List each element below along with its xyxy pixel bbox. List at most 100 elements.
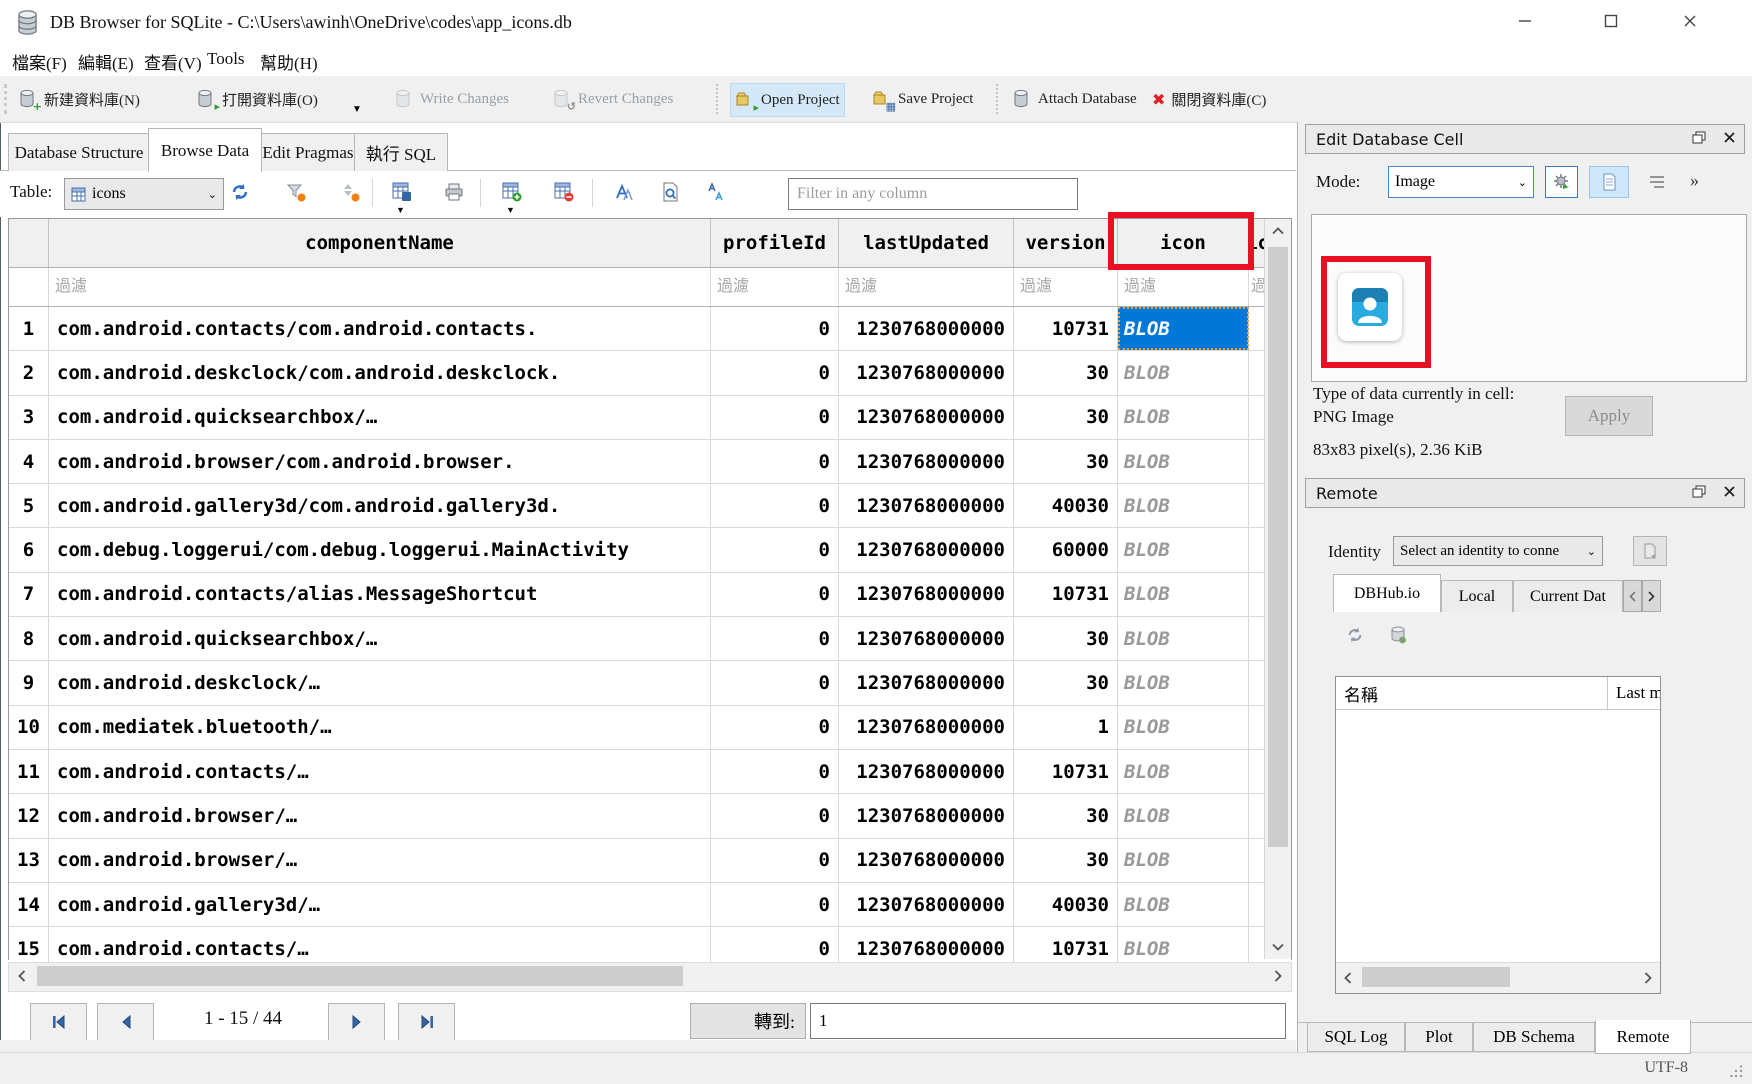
cell-lastUpdated[interactable]: 1230768000000 xyxy=(839,307,1014,350)
row-number[interactable]: 13 xyxy=(9,839,49,882)
delete-record-button[interactable] xyxy=(552,180,576,204)
close-panel-button[interactable] xyxy=(1720,129,1738,145)
previous-page-button[interactable] xyxy=(97,1003,154,1041)
next-page-button[interactable] xyxy=(328,1003,385,1041)
open-database-dropdown-arrow[interactable]: ▼ xyxy=(352,104,362,115)
cell-version[interactable]: 60000 xyxy=(1014,528,1118,571)
cell-lastUpdated[interactable]: 1230768000000 xyxy=(839,528,1014,571)
cell-version[interactable]: 30 xyxy=(1014,839,1118,882)
new-database-button[interactable]: + 新建資料庫(N) xyxy=(14,85,144,113)
cell-version[interactable]: 40030 xyxy=(1014,883,1118,926)
scroll-up-icon[interactable] xyxy=(1265,221,1291,241)
table-selector[interactable]: icons ⌄ xyxy=(64,178,224,210)
resize-grip-icon[interactable] xyxy=(1730,1065,1744,1079)
goto-record-input[interactable] xyxy=(810,1003,1286,1039)
close-panel-button[interactable] xyxy=(1720,483,1738,499)
cell-profileId[interactable]: 0 xyxy=(711,661,839,704)
cell-profileId[interactable]: 0 xyxy=(711,528,839,571)
cell-lastUpdated[interactable]: 1230768000000 xyxy=(839,706,1014,749)
remote-database-list[interactable]: 名稱 Last mo xyxy=(1335,676,1661,994)
row-number[interactable]: 12 xyxy=(9,794,49,837)
filter-any-column-input[interactable] xyxy=(788,178,1078,210)
cell-profileId[interactable]: 0 xyxy=(711,484,839,527)
cell-profileId[interactable]: 0 xyxy=(711,573,839,616)
import-data-button[interactable] xyxy=(1545,166,1578,198)
scroll-right-icon[interactable] xyxy=(1638,968,1658,988)
cell-profileId[interactable]: 0 xyxy=(711,794,839,837)
refresh-button[interactable] xyxy=(228,180,252,204)
cell-icon[interactable]: BLOB xyxy=(1118,573,1249,616)
close-window-button[interactable] xyxy=(1666,4,1714,38)
dock-tab-db-schema[interactable]: DB Schema xyxy=(1473,1022,1595,1052)
cell-componentName[interactable]: com.debug.loggerui/com.debug.loggerui.Ma… xyxy=(49,528,711,571)
cell-componentName[interactable]: com.android.contacts/alias.MessageShortc… xyxy=(49,573,711,616)
attach-database-button[interactable]: Attach Database xyxy=(1008,85,1141,113)
cell-profileId[interactable]: 0 xyxy=(711,351,839,394)
print-button[interactable] xyxy=(442,180,466,204)
cell-lastUpdated[interactable]: 1230768000000 xyxy=(839,617,1014,660)
row-number[interactable]: 2 xyxy=(9,351,49,394)
identity-select[interactable]: Select an identity to conne ⌄ xyxy=(1393,536,1603,566)
cell-version[interactable]: 30 xyxy=(1014,661,1118,704)
mode-select[interactable]: Image ⌄ xyxy=(1388,166,1534,198)
clear-filters-button[interactable] xyxy=(284,180,308,204)
dock-tab-plot[interactable]: Plot xyxy=(1405,1022,1473,1052)
write-changes-button[interactable]: Write Changes xyxy=(390,85,513,113)
scroll-down-icon[interactable] xyxy=(1265,937,1291,957)
menu-tools[interactable]: Tools xyxy=(203,49,249,73)
menu-edit[interactable]: 編輯(E) xyxy=(74,49,138,73)
cell-icon[interactable]: BLOB xyxy=(1118,440,1249,483)
cell-profileId[interactable]: 0 xyxy=(711,307,839,350)
cell-icon[interactable]: BLOB xyxy=(1118,396,1249,439)
cell-lastUpdated[interactable]: 1230768000000 xyxy=(839,573,1014,616)
row-number[interactable]: 6 xyxy=(9,528,49,571)
cell-icon[interactable]: BLOB xyxy=(1118,528,1249,571)
tab-execute-sql[interactable]: 執行 SQL xyxy=(354,133,448,171)
remote-clone-database-button[interactable] xyxy=(1390,626,1406,644)
upload-database-button[interactable] xyxy=(1633,536,1667,566)
row-number[interactable]: 10 xyxy=(9,706,49,749)
goto-button[interactable]: 轉到: xyxy=(690,1003,806,1039)
cell-componentName[interactable]: com.android.browser/… xyxy=(49,794,711,837)
dock-tab-sql-log[interactable]: SQL Log xyxy=(1307,1022,1405,1052)
column-header-lastUpdated[interactable]: lastUpdated xyxy=(839,219,1014,267)
scroll-left-icon[interactable] xyxy=(1338,968,1358,988)
cell-componentName[interactable]: com.android.deskclock/com.android.deskcl… xyxy=(49,351,711,394)
remote-tab-dbhub[interactable]: DBHub.io xyxy=(1333,574,1441,612)
cell-icon[interactable]: BLOB xyxy=(1118,750,1249,793)
cell-version[interactable]: 30 xyxy=(1014,351,1118,394)
tab-scroll-right-button[interactable] xyxy=(1642,580,1661,612)
last-page-button[interactable] xyxy=(398,1003,455,1041)
cell-version[interactable]: 1 xyxy=(1014,706,1118,749)
cell-version[interactable]: 10731 xyxy=(1014,573,1118,616)
cell-profileId[interactable]: 0 xyxy=(711,750,839,793)
save-table-dropdown-arrow[interactable]: ▼ xyxy=(396,205,405,215)
menu-view[interactable]: 查看(V) xyxy=(140,49,206,73)
scroll-right-icon[interactable] xyxy=(1267,966,1289,986)
filter-lastUpdated[interactable] xyxy=(839,268,1013,306)
cell-lastUpdated[interactable]: 1230768000000 xyxy=(839,396,1014,439)
cell-profileId[interactable]: 0 xyxy=(711,839,839,882)
menu-help[interactable]: 幫助(H) xyxy=(256,49,322,73)
cell-version[interactable]: 30 xyxy=(1014,617,1118,660)
row-number[interactable]: 1 xyxy=(9,307,49,350)
column-header-version[interactable]: version xyxy=(1014,219,1118,267)
cell-icon[interactable]: BLOB xyxy=(1118,706,1249,749)
cell-icon[interactable]: BLOB xyxy=(1118,307,1249,350)
cell-profileId[interactable]: 0 xyxy=(711,706,839,749)
cell-version[interactable]: 10731 xyxy=(1014,750,1118,793)
cell-componentName[interactable]: com.android.gallery3d/… xyxy=(49,883,711,926)
cell-lastUpdated[interactable]: 1230768000000 xyxy=(839,883,1014,926)
cell-lastUpdated[interactable]: 1230768000000 xyxy=(839,661,1014,704)
first-page-button[interactable] xyxy=(30,1003,87,1041)
cell-lastUpdated[interactable]: 1230768000000 xyxy=(839,351,1014,394)
apply-button[interactable]: Apply xyxy=(1565,396,1653,436)
row-number[interactable]: 14 xyxy=(9,883,49,926)
filter-partial[interactable] xyxy=(1249,268,1265,306)
cell-icon[interactable]: BLOB xyxy=(1118,351,1249,394)
filter-icon[interactable] xyxy=(1118,268,1248,306)
remote-list-horizontal-scrollbar[interactable] xyxy=(1336,962,1660,993)
cell-icon[interactable]: BLOB xyxy=(1118,484,1249,527)
cell-icon[interactable]: BLOB xyxy=(1118,617,1249,660)
toolbar-drag-handle[interactable] xyxy=(4,84,7,114)
